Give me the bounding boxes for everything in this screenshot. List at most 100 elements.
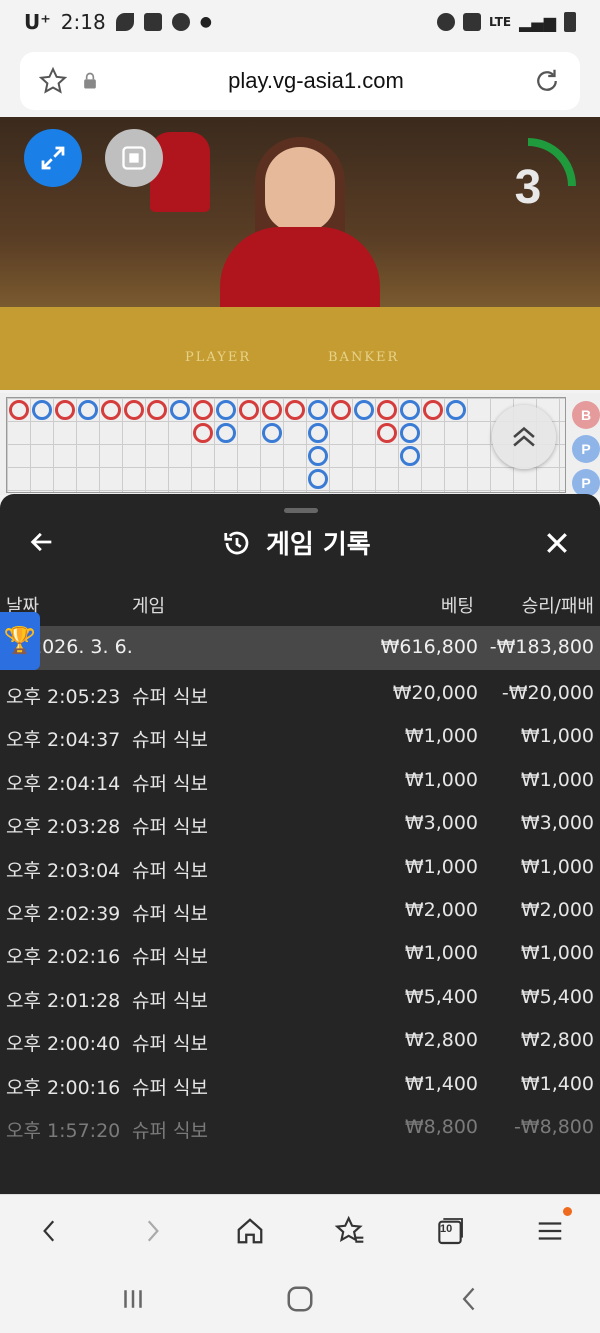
player-bead: [400, 423, 420, 443]
row-game: 슈퍼 식보: [132, 1119, 208, 1142]
banker-bead: [147, 400, 167, 420]
url-text[interactable]: play.vg-asia1.com: [100, 68, 532, 94]
row-bet: ₩1,000: [404, 768, 478, 791]
player-bead: [32, 400, 52, 420]
row-win-loss: -₩8,800: [513, 1115, 594, 1138]
reload-icon[interactable]: [532, 66, 562, 96]
date-summary-row[interactable]: 2026. 3. 6. ₩616,800 -₩183,800: [0, 626, 600, 670]
table-row[interactable]: 오후 2:00:40 슈퍼 식보 ₩2,800 ₩2,800: [0, 1021, 600, 1064]
trophy-button[interactable]: 🏆: [0, 612, 40, 670]
baccarat-table: [0, 307, 600, 390]
banker-bead: [193, 423, 213, 443]
notification-dot: [563, 1207, 572, 1216]
road-side-chip-player[interactable]: P: [572, 469, 600, 497]
back-arrow-icon[interactable]: [28, 528, 56, 556]
row-time: 오후 2:04:14: [6, 772, 121, 795]
row-time: 오후 2:01:28: [6, 989, 121, 1012]
row-time: 오후 2:03:04: [6, 859, 121, 882]
player-bead: [78, 400, 98, 420]
home-button[interactable]: [232, 1213, 268, 1249]
column-win-loss: 승리/패배: [521, 596, 594, 617]
player-bead: [262, 423, 282, 443]
image-icon: [143, 13, 162, 31]
row-win-loss: ₩1,000: [520, 942, 594, 965]
player-bead: [170, 400, 190, 420]
chevron-right-icon: [147, 1220, 159, 1242]
table-row[interactable]: 오후 2:02:39 슈퍼 식보 ₩2,000 ₩2,000: [0, 891, 600, 934]
system-home-button[interactable]: [285, 1284, 315, 1318]
row-game: 슈퍼 식보: [132, 686, 208, 708]
leaf-icon: [115, 13, 134, 31]
row-time: 오후 2:03:28: [6, 816, 121, 839]
row-win-loss: -₩20,000: [501, 682, 594, 704]
banker-bead: [285, 400, 305, 420]
close-icon[interactable]: [542, 528, 572, 558]
home-icon: [237, 1218, 263, 1244]
table-row[interactable]: 오후 1:57:20 슈퍼 식보 ₩8,800 -₩8,800: [0, 1108, 600, 1151]
row-bet: ₩20,000: [392, 682, 478, 704]
table-row[interactable]: 오후 2:02:16 슈퍼 식보 ₩1,000 ₩1,000: [0, 934, 600, 977]
table-row[interactable]: 오후 2:03:28 슈퍼 식보 ₩3,000 ₩3,000: [0, 804, 600, 847]
bookmarks-icon: [334, 1215, 364, 1243]
banker-bead: [9, 400, 29, 420]
banker-bead: [55, 400, 75, 420]
menu-button[interactable]: [532, 1207, 572, 1249]
table-row[interactable]: 오후 2:05:23 슈퍼 식보 ₩20,000 -₩20,000: [0, 674, 600, 717]
row-win-loss: ₩1,400: [520, 1072, 594, 1095]
chevron-left-icon: [43, 1220, 55, 1242]
row-time: 오후 2:02:39: [6, 902, 121, 925]
row-bet: ₩1,000: [404, 855, 478, 878]
row-time: 오후 2:02:16: [6, 946, 121, 969]
more-notifications-icon: ●: [199, 14, 212, 30]
system-back-button[interactable]: [456, 1284, 484, 1318]
drag-handle[interactable]: [284, 508, 318, 513]
row-time: 오후 2:00:16: [6, 1076, 121, 1099]
player-bead: [446, 400, 466, 420]
alarm-icon: [437, 13, 456, 31]
tab-count: 10: [440, 1223, 453, 1235]
row-bet: ₩8,800: [404, 1115, 478, 1138]
browser-back-button[interactable]: [32, 1213, 68, 1249]
table-row[interactable]: 오후 2:01:28 슈퍼 식보 ₩5,400 ₩5,400: [0, 978, 600, 1021]
player-bead: [308, 423, 328, 443]
battery-icon: [564, 12, 576, 32]
table-row[interactable]: 오후 2:03:04 슈퍼 식보 ₩1,000 ₩1,000: [0, 848, 600, 891]
player-bead: [400, 446, 420, 466]
menu-icon: [538, 1222, 562, 1240]
rounded-square-icon: [287, 1286, 313, 1312]
player-label: PLAYER: [185, 350, 252, 365]
status-bar: U⁺ 2:18 ● LTE ▂▄▆: [0, 0, 600, 44]
table-row[interactable]: 오후 2:04:14 슈퍼 식보 ₩1,000 ₩1,000: [0, 761, 600, 804]
road-side-chip-banker[interactable]: B: [572, 401, 600, 429]
road-grid: [6, 397, 566, 493]
table-row[interactable]: 오후 2:04:37 슈퍼 식보 ₩1,000 ₩1,000: [0, 717, 600, 760]
picture-in-picture-button[interactable]: [105, 129, 163, 187]
banker-bead: [377, 400, 397, 420]
url-bar[interactable]: play.vg-asia1.com: [20, 52, 580, 110]
summary-date: 2026. 3. 6.: [30, 636, 133, 658]
bookmark-star-icon[interactable]: [38, 66, 68, 96]
tabs-button[interactable]: 10: [432, 1213, 468, 1249]
row-win-loss: ₩1,000: [520, 855, 594, 878]
bookmarks-button[interactable]: [332, 1213, 368, 1249]
player-bead: [308, 469, 328, 489]
pip-icon: [122, 146, 146, 170]
history-list: 오후 2:05:23 슈퍼 식보 ₩20,000 -₩20,000 오후 2:04:37…: [0, 674, 600, 1151]
summary-bet: ₩616,800: [380, 636, 478, 658]
row-bet: ₩1,400: [404, 1072, 478, 1095]
recent-apps-button[interactable]: [118, 1284, 148, 1318]
row-bet: ₩3,000: [404, 812, 478, 835]
browser-forward-button[interactable]: [134, 1213, 170, 1249]
fullscreen-button[interactable]: [24, 129, 82, 187]
table-row[interactable]: 오후 2:00:16 슈퍼 식보 ₩1,400 ₩1,400: [0, 1065, 600, 1108]
row-time: 오후 2:00:40: [6, 1033, 121, 1056]
row-game: 슈퍼 식보: [132, 772, 208, 795]
expand-road-button[interactable]: [492, 405, 556, 469]
row-time: 오후 2:05:23: [6, 686, 121, 708]
road-side-chip-player[interactable]: P: [572, 435, 600, 463]
history-icon: [224, 531, 249, 554]
system-nav-bar: [0, 1264, 600, 1333]
banker-bead: [423, 400, 443, 420]
carrier-label: U⁺: [24, 10, 51, 34]
clock: 2:18: [60, 10, 106, 34]
